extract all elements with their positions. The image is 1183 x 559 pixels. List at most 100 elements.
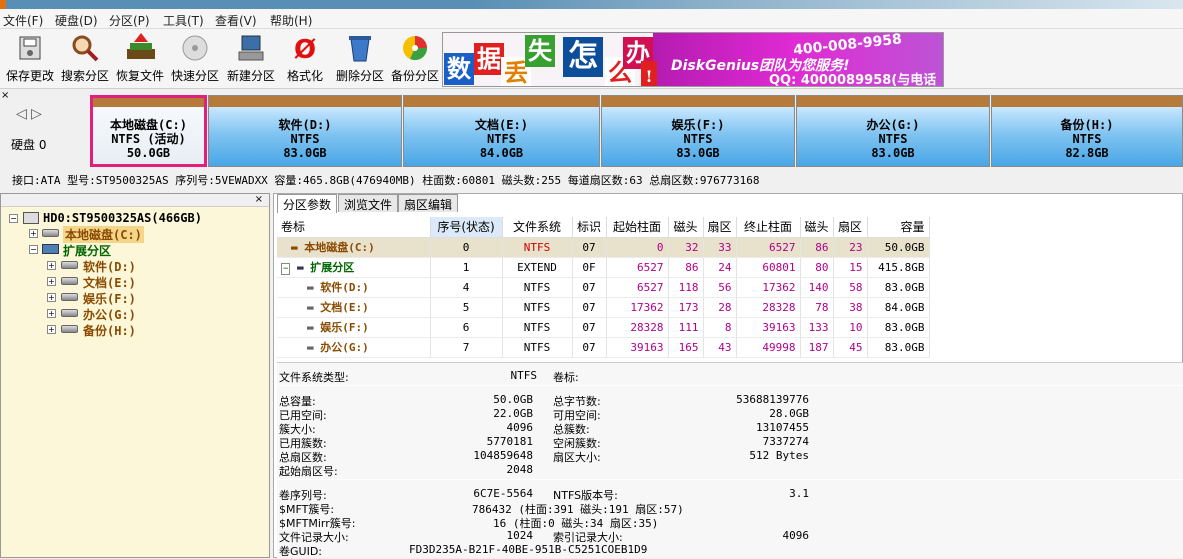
disk-info-bar: 接口:ATA 型号:ST9500325AS 序列号:5VEWADXX 容量:46… xyxy=(0,168,1183,188)
banner-char: 怎 xyxy=(563,37,603,77)
col-id[interactable]: 标识 xyxy=(572,217,607,238)
menu-help[interactable]: 帮助(H) xyxy=(270,12,312,29)
quick-partition-button[interactable]: 快速分区 xyxy=(166,31,224,87)
partition-size: 50.0GB xyxy=(126,146,171,160)
col-index[interactable]: 序号(状态) xyxy=(430,217,503,238)
col-start-head[interactable]: 磁头 xyxy=(668,217,704,238)
partition-fs: NTFS xyxy=(683,132,713,146)
col-end-sector[interactable]: 扇区 xyxy=(833,217,868,238)
cell: 7 xyxy=(430,337,503,358)
prev-disk-icon[interactable]: ◁ xyxy=(16,106,27,122)
expand-icon[interactable]: + xyxy=(47,325,56,334)
cell: 86 xyxy=(800,237,834,258)
partition-icon: ▬ xyxy=(307,341,314,354)
cell: 415.8GB xyxy=(867,257,930,278)
new-partition-button[interactable]: 新建分区 xyxy=(222,31,280,87)
partition-fs: NTFS (活动) xyxy=(111,132,186,146)
collapse-icon[interactable]: − xyxy=(281,263,291,275)
expand-icon[interactable]: + xyxy=(47,293,56,302)
partition-icon xyxy=(61,261,78,269)
tree-item-f[interactable]: 娱乐(F:) xyxy=(83,290,136,307)
partition-icon xyxy=(61,293,78,301)
col-start-sector[interactable]: 扇区 xyxy=(703,217,737,238)
detail-value: 1024 xyxy=(506,529,534,542)
partition-icon xyxy=(42,229,59,237)
partition-e[interactable]: 文档(E:) NTFS 84.0GB xyxy=(403,95,600,167)
window-top-strip xyxy=(0,0,1183,9)
menu-partition[interactable]: 分区(P) xyxy=(109,12,150,29)
col-capacity[interactable]: 容量 xyxy=(867,217,930,238)
cell: 56 xyxy=(703,277,737,298)
row-label-text: 娱乐(F:) xyxy=(320,321,369,334)
search-partition-button[interactable]: 搜索分区 xyxy=(56,31,114,87)
backup-icon xyxy=(399,33,431,67)
expand-icon[interactable]: + xyxy=(29,229,38,238)
backup-partition-button[interactable]: 备份分区 xyxy=(386,31,444,87)
tree-disk-root[interactable]: HD0:ST9500325AS(466GB) xyxy=(43,211,202,225)
close-icon[interactable]: × xyxy=(1,90,9,101)
format-button[interactable]: Ø 格式化 xyxy=(276,31,334,87)
col-label[interactable]: 卷标 xyxy=(277,217,431,238)
cell: 187 xyxy=(800,337,834,358)
menu-file[interactable]: 文件(F) xyxy=(3,12,43,29)
table-row[interactable]: ▬ 软件(D:) 4 NTFS 07 6527 118 56 17362 140… xyxy=(277,277,930,298)
delete-partition-button[interactable]: 删除分区 xyxy=(331,31,389,87)
tree-item-h[interactable]: 备份(H:) xyxy=(83,322,136,339)
menu-view[interactable]: 查看(V) xyxy=(215,12,257,29)
expand-icon[interactable]: + xyxy=(47,261,56,270)
table-row[interactable]: − ▬ 扩展分区 1 EXTEND 0F 6527 86 24 60801 80… xyxy=(277,257,930,278)
cell-label: − ▬ 扩展分区 xyxy=(277,257,431,278)
col-start-cyl[interactable]: 起始柱面 xyxy=(606,217,669,238)
cell: 50.0GB xyxy=(867,237,930,258)
menu-tools[interactable]: 工具(T) xyxy=(163,12,204,29)
recover-files-label: 恢复文件 xyxy=(115,69,164,83)
table-row[interactable]: ▬ 办公(G:) 7 NTFS 07 39163 165 43 49998 18… xyxy=(277,337,930,358)
tree-item-d[interactable]: 软件(D:) xyxy=(83,258,136,275)
table-row[interactable]: ▬ 文档(E:) 5 NTFS 07 17362 173 28 28328 78… xyxy=(277,297,930,318)
detail-value: 4096 xyxy=(782,529,810,542)
tab-browse-files[interactable]: 浏览文件 xyxy=(338,194,399,212)
partition-h[interactable]: 备份(H:) NTFS 82.8GB xyxy=(991,95,1183,167)
col-end-cyl[interactable]: 终止柱面 xyxy=(736,217,801,238)
expand-icon[interactable]: + xyxy=(47,277,56,286)
next-disk-icon[interactable]: ▷ xyxy=(31,106,42,122)
cell: 07 xyxy=(572,337,607,358)
col-fs[interactable]: 文件系统 xyxy=(502,217,573,238)
tree-item-c[interactable]: 本地磁盘(C:) xyxy=(63,226,144,243)
collapse-icon[interactable]: − xyxy=(29,245,38,254)
partition-g[interactable]: 办公(G:) NTFS 83.0GB xyxy=(796,95,990,167)
cell: 6 xyxy=(430,317,503,338)
recover-files-button[interactable]: 恢复文件 xyxy=(111,31,169,87)
partition-f[interactable]: 娱乐(F:) NTFS 83.0GB xyxy=(601,95,795,167)
cell: 133 xyxy=(800,317,834,338)
new-partition-icon xyxy=(235,33,267,67)
partition-icon: ▬ xyxy=(307,281,314,294)
tree-item-extended[interactable]: 扩展分区 xyxy=(63,242,111,259)
detail-value: 7337274 xyxy=(762,435,809,448)
partition-c[interactable]: 本地磁盘(C:) NTFS (活动) 50.0GB xyxy=(90,95,207,167)
table-row[interactable]: ▬ 本地磁盘(C:) 0 NTFS 07 0 32 33 6527 86 23 … xyxy=(277,237,930,258)
ad-banner[interactable]: 数 据 丢 失 怎 么 办 ! DiskGenius团队为您服务! 400-00… xyxy=(442,32,944,87)
expand-icon[interactable]: + xyxy=(47,309,56,318)
cell-label: ▬ 办公(G:) xyxy=(277,337,431,358)
pane-close-icon[interactable]: × xyxy=(1,194,269,207)
table-row[interactable]: ▬ 娱乐(F:) 6 NTFS 07 28328 111 8 39163 133… xyxy=(277,317,930,338)
fs-type-value: NTFS xyxy=(510,369,538,382)
collapse-icon[interactable]: − xyxy=(9,214,18,223)
tree-item-e[interactable]: 文档(E:) xyxy=(83,274,136,291)
cell-label: ▬ 文档(E:) xyxy=(277,297,431,318)
cell: 0F xyxy=(572,257,607,278)
cell: 83.0GB xyxy=(867,277,930,298)
tree-item-g[interactable]: 办公(G:) xyxy=(83,306,136,323)
cell: 6527 xyxy=(736,237,801,258)
partition-size: 83.0GB xyxy=(283,146,327,160)
col-end-head[interactable]: 磁头 xyxy=(800,217,834,238)
banner-char: 数 xyxy=(444,53,474,85)
menu-disk[interactable]: 硬盘(D) xyxy=(55,12,98,29)
save-button[interactable]: 保存更改 xyxy=(1,31,59,87)
tab-partition-params[interactable]: 分区参数 xyxy=(277,194,338,213)
partition-d[interactable]: 软件(D:) NTFS 83.0GB xyxy=(208,95,402,167)
partition-fs: NTFS xyxy=(878,132,908,146)
delete-partition-label: 删除分区 xyxy=(335,69,384,83)
tab-sector-edit[interactable]: 扇区编辑 xyxy=(398,194,459,212)
